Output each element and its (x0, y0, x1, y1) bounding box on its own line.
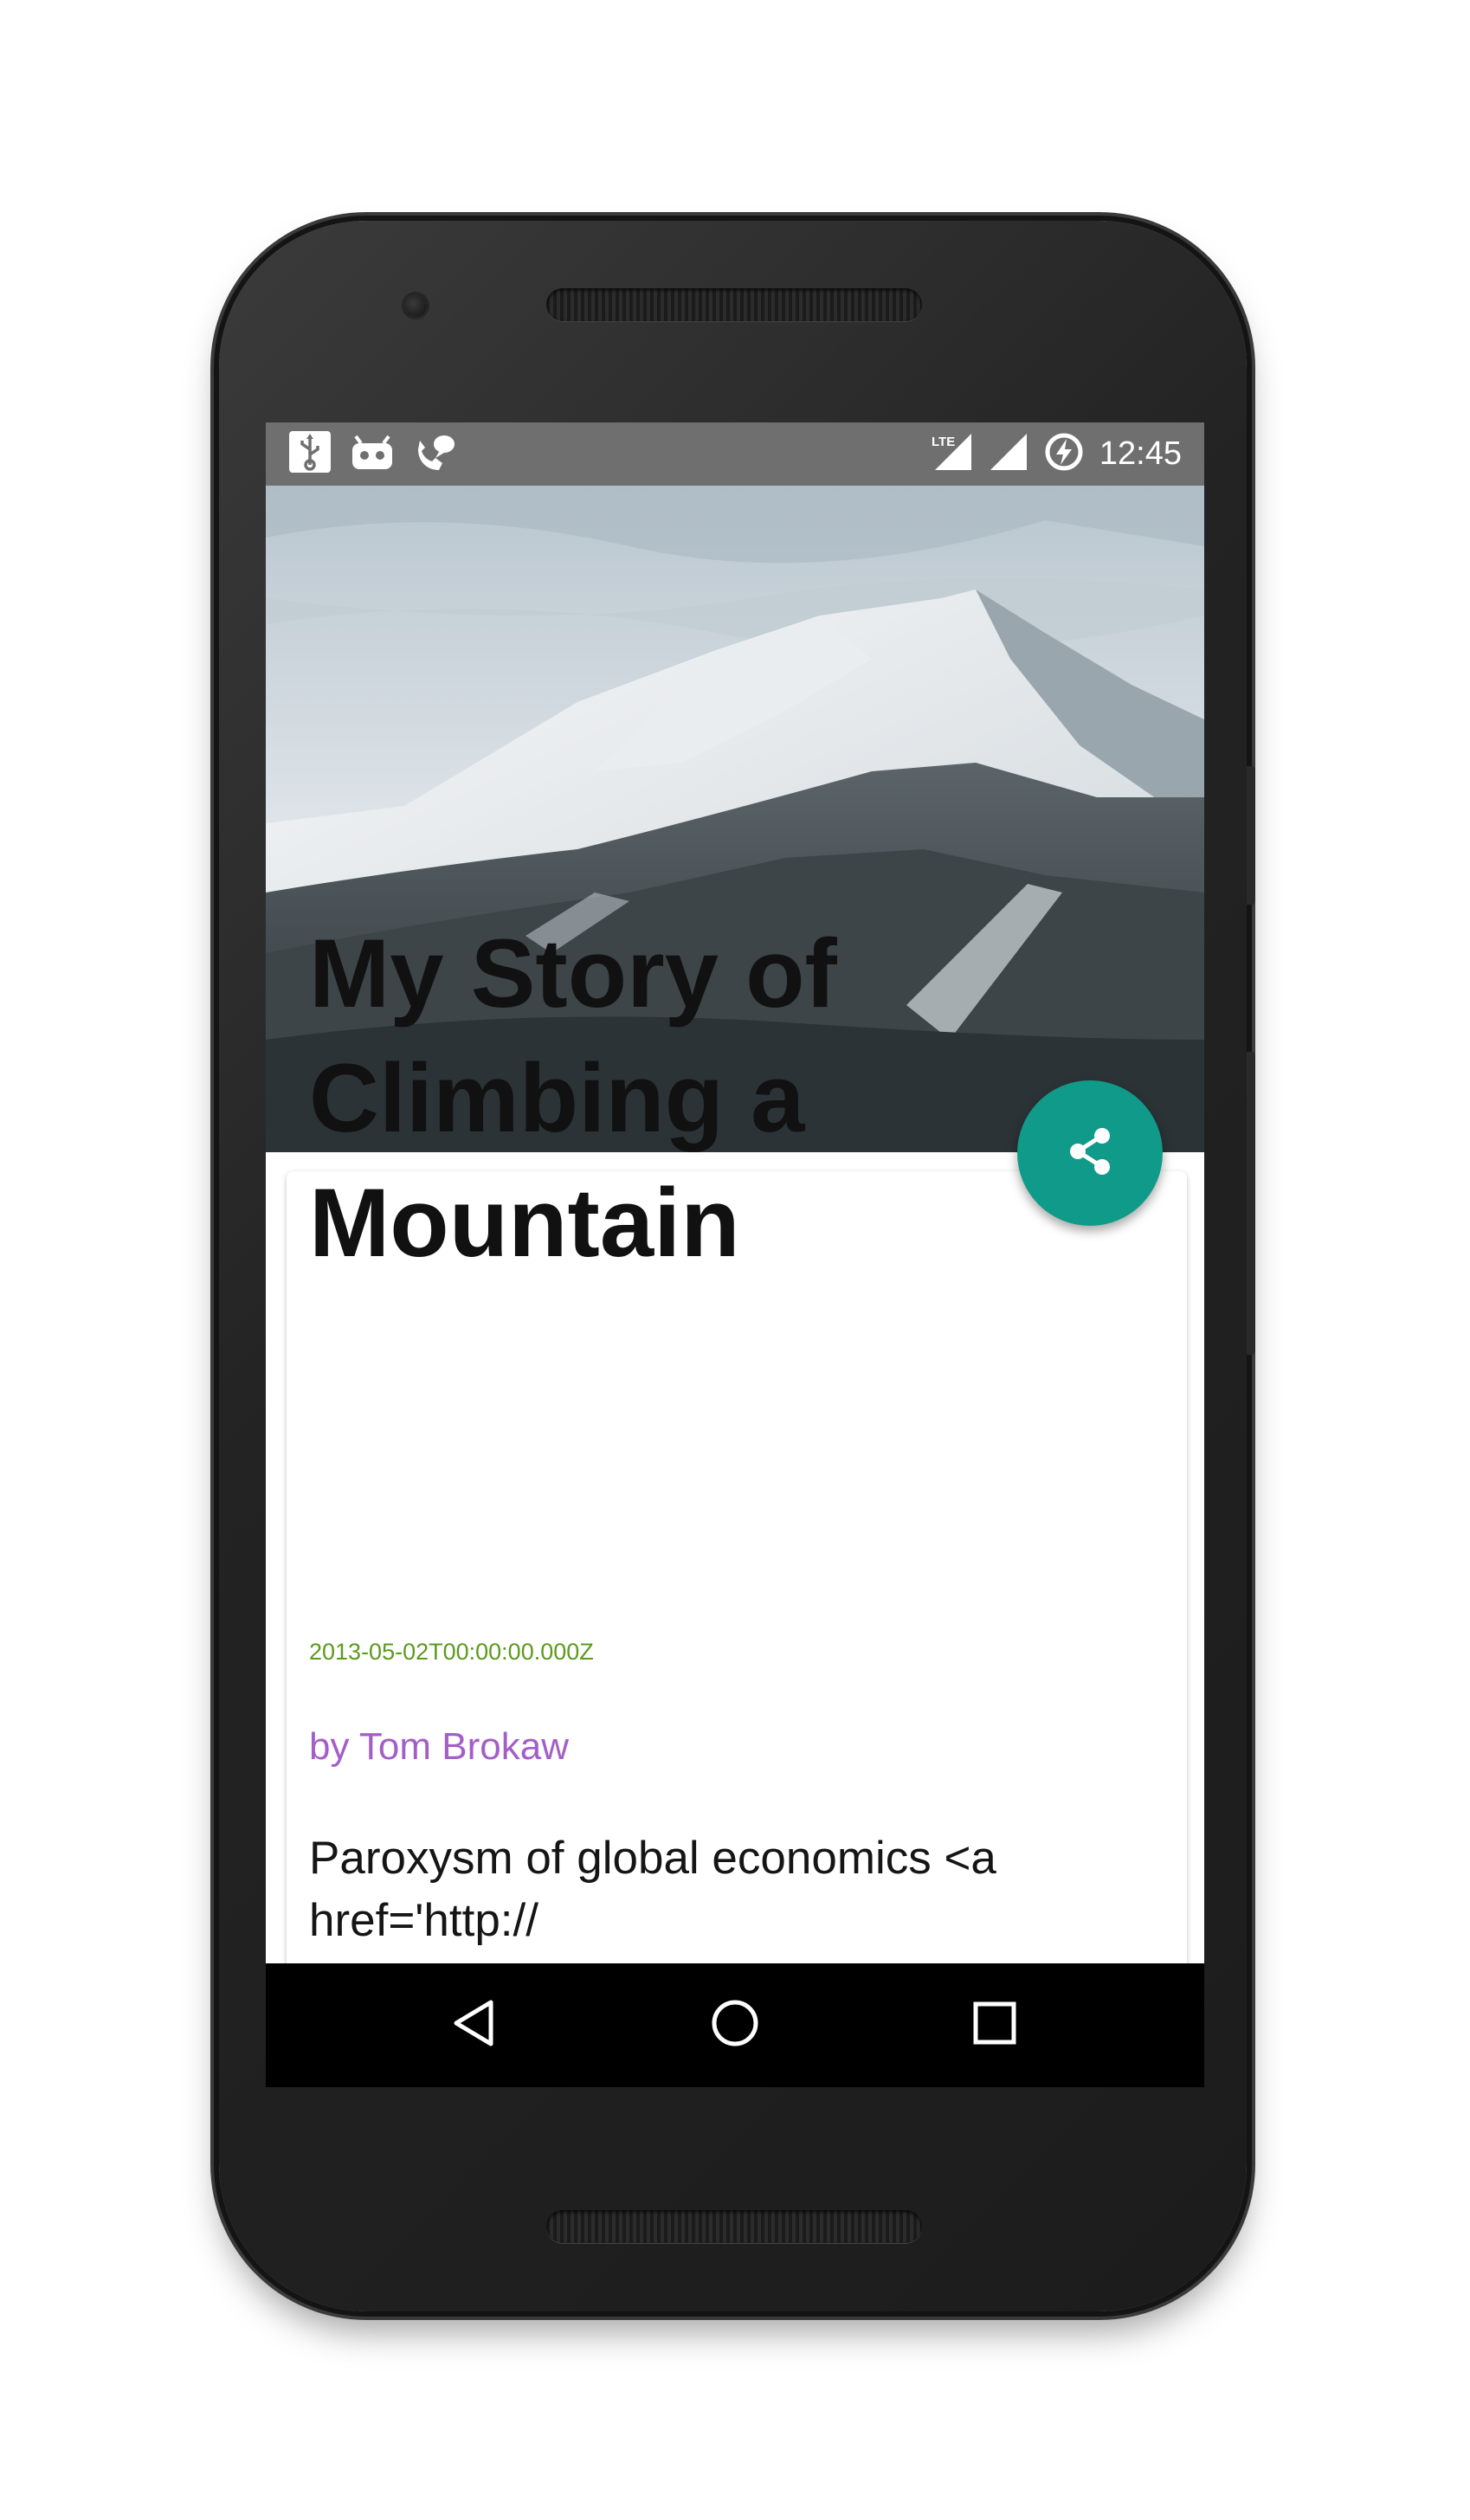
recents-icon (972, 2001, 1017, 2050)
home-icon (709, 1997, 761, 2053)
article-body: Paroxysm of global economics <a href='ht… (309, 1833, 996, 1946)
android-debug-icon (351, 433, 394, 475)
volume-button (1247, 1052, 1255, 1355)
top-speaker (546, 288, 922, 321)
status-bar: LTE 12:45 (266, 422, 1204, 486)
power-button (1247, 766, 1255, 905)
front-camera (404, 294, 427, 317)
screen: LTE 12:45 My Story of Climbing a Mountai… (266, 422, 1204, 2087)
recents-button[interactable] (925, 1963, 1064, 2087)
svg-text:LTE: LTE (932, 435, 955, 449)
back-icon (449, 1997, 498, 2053)
article-author[interactable]: by Tom Brokaw (309, 1725, 569, 1769)
cell-signal-icon (989, 432, 1028, 476)
back-button[interactable] (404, 1963, 543, 2087)
status-left-icons (288, 422, 456, 486)
phone-call-icon (413, 430, 456, 478)
article-date: 2013-05-02T00:00:00.000Z (309, 1639, 594, 1665)
share-icon (1062, 1124, 1118, 1183)
share-button[interactable] (1017, 1080, 1163, 1226)
usb-icon (288, 430, 332, 478)
bottom-speaker (546, 2210, 922, 2243)
navigation-bar (266, 1963, 1204, 2087)
clock: 12:45 (1099, 435, 1182, 472)
status-right-icons: LTE 12:45 (930, 422, 1182, 486)
battery-charging-icon (1044, 432, 1084, 476)
article-title: My Story of Climbing a Mountain (309, 919, 837, 1277)
home-button[interactable] (666, 1963, 804, 2087)
lte-signal-icon: LTE (930, 432, 973, 476)
